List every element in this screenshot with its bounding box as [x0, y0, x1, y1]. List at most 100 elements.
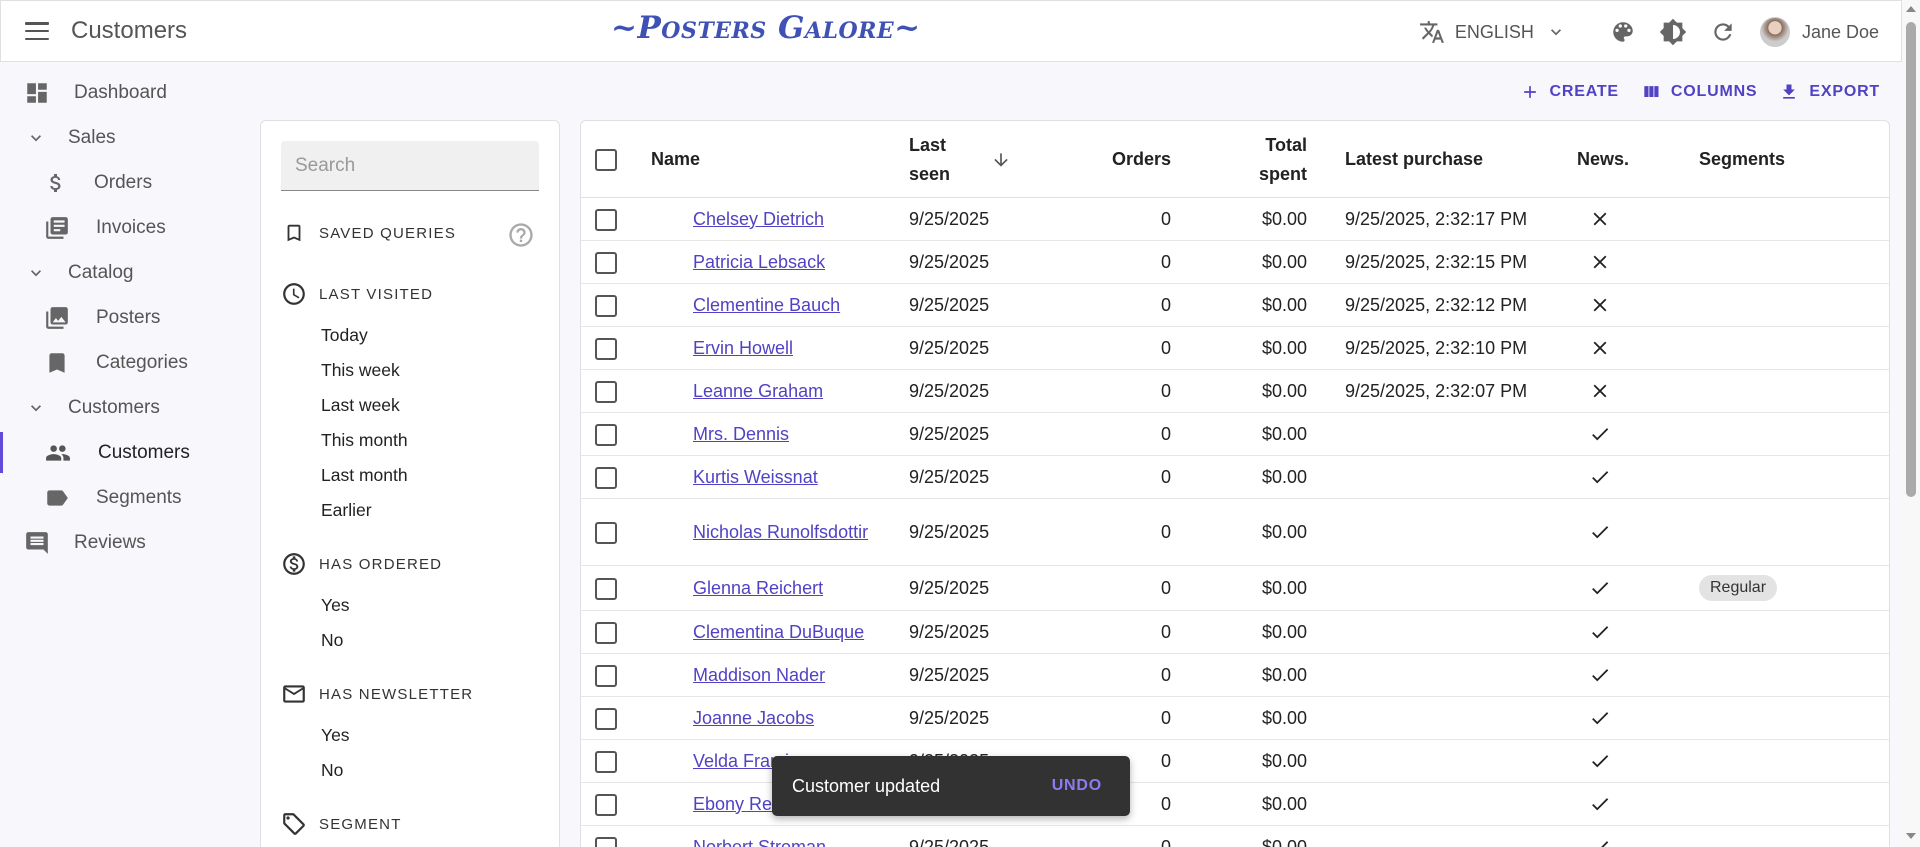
row-checkbox[interactable] [595, 750, 617, 773]
vertical-scrollbar[interactable] [1902, 0, 1920, 847]
row-checkbox[interactable] [595, 208, 617, 231]
customer-link[interactable]: Maddison Nader [693, 663, 825, 688]
customer-link[interactable]: Norbert Stroman [693, 835, 826, 847]
table-row[interactable]: Chelsey Dietrich 9/25/2025 0 $0.00 9/25/2025… [581, 198, 1889, 241]
customer-link[interactable]: Clementina DuBuque [693, 620, 864, 645]
customer-link[interactable]: Mrs. Dennis [693, 422, 789, 447]
sidebar-item-categories[interactable]: Categories [0, 340, 250, 385]
scroll-down-arrow[interactable] [1906, 833, 1916, 839]
sidebar-item-label: Posters [96, 306, 161, 328]
sidebar-group-catalog[interactable]: Catalog [0, 250, 250, 295]
search-input[interactable] [295, 154, 540, 177]
customer-link[interactable]: Patricia Lebsack [693, 250, 825, 275]
row-checkbox[interactable] [595, 664, 617, 687]
table-row[interactable]: Mrs. Dennis 9/25/2025 0 $0.00 [581, 413, 1889, 456]
customer-link[interactable]: Glenna Reichert [693, 576, 823, 601]
cell-total-spent: $0.00 [1261, 208, 1307, 229]
select-all-checkbox[interactable] [595, 149, 617, 171]
row-checkbox[interactable] [595, 380, 617, 403]
table-row[interactable]: Maddison Nader 9/25/2025 0 $0.00 [581, 654, 1889, 697]
check-icon [1589, 413, 1611, 455]
table-row[interactable]: Nicholas Runolfsdottir 9/25/2025 0 $0.00 [581, 499, 1889, 566]
column-header-latest-purchase[interactable]: Latest purchase [1345, 121, 1483, 198]
row-checkbox[interactable] [595, 577, 617, 600]
row-checkbox[interactable] [595, 251, 617, 274]
row-checkbox[interactable] [595, 707, 617, 730]
filter-option-ordered-yes[interactable]: Yes [321, 595, 350, 616]
filter-option-ordered-no[interactable]: No [321, 630, 343, 651]
create-button[interactable]: CREATE [1520, 82, 1619, 102]
scroll-up-arrow[interactable] [1906, 6, 1916, 12]
columns-button[interactable]: COLUMNS [1641, 82, 1757, 102]
sidebar-item-invoices[interactable]: Invoices [0, 205, 250, 250]
table-row[interactable]: Ervin Howell 9/25/2025 0 $0.00 9/25/2025, 2:… [581, 327, 1889, 370]
saved-queries-label: SAVED QUERIES [319, 224, 457, 242]
row-checkbox[interactable] [595, 521, 617, 544]
filter-option-newsletter-yes[interactable]: Yes [321, 725, 350, 746]
menu-icon[interactable] [25, 22, 49, 40]
sidebar-group-sales[interactable]: Sales [0, 115, 250, 160]
sidebar-item-reviews[interactable]: Reviews [0, 520, 250, 565]
filter-option-this-month[interactable]: This month [321, 430, 408, 451]
table-row[interactable]: Leanne Graham 9/25/2025 0 $0.00 9/25/2025, 2… [581, 370, 1889, 413]
sidebar-item-orders[interactable]: Orders [0, 160, 250, 205]
customer-link[interactable]: Joanne Jacobs [693, 706, 814, 731]
sidebar-item-dashboard[interactable]: Dashboard [0, 70, 250, 115]
cell-name: Maddison Nader [693, 654, 893, 696]
export-button[interactable]: EXPORT [1779, 82, 1880, 102]
row-checkbox[interactable] [595, 294, 617, 317]
table-row[interactable]: Kurtis Weissnat 9/25/2025 0 $0.00 [581, 456, 1889, 499]
palette-icon[interactable] [1609, 18, 1637, 46]
customer-link[interactable]: Ervin Howell [693, 336, 793, 361]
row-checkbox[interactable] [595, 836, 617, 847]
column-header-last-seen[interactable]: Last seen [909, 121, 950, 198]
refresh-icon[interactable] [1709, 18, 1737, 46]
table-row[interactable]: Patricia Lebsack 9/25/2025 0 $0.00 9/25/2025… [581, 241, 1889, 284]
table-row[interactable]: Clementina DuBuque 9/25/2025 0 $0.00 [581, 611, 1889, 654]
table-row[interactable]: Joanne Jacobs 9/25/2025 0 $0.00 [581, 697, 1889, 740]
column-label: Name [651, 149, 701, 169]
segment-chip[interactable]: Regular [1699, 575, 1778, 601]
row-checkbox[interactable] [595, 423, 617, 446]
filter-option-today[interactable]: Today [321, 325, 368, 346]
search-field[interactable] [281, 141, 540, 191]
column-header-segments[interactable]: Segments [1699, 121, 1785, 198]
row-checkbox[interactable] [595, 337, 617, 360]
check-icon [1589, 499, 1611, 565]
row-checkbox[interactable] [595, 621, 617, 644]
customer-link[interactable]: Kurtis Weissnat [693, 465, 818, 490]
filter-option-earlier[interactable]: Earlier [321, 500, 372, 521]
customer-link[interactable]: Nicholas Runolfsdottir [693, 520, 868, 545]
customer-link[interactable]: Clementine Bauch [693, 293, 840, 318]
check-icon [1589, 654, 1611, 696]
sidebar-group-customers[interactable]: Customers [0, 385, 250, 430]
customer-link[interactable]: Leanne Graham [693, 379, 823, 404]
column-header-total-spent[interactable]: Total spent [1221, 121, 1307, 198]
undo-button[interactable]: UNDO [1052, 777, 1102, 795]
sort-arrow-down-icon[interactable] [991, 121, 1011, 198]
help-icon[interactable] [507, 221, 535, 254]
sidebar-item-posters[interactable]: Posters [0, 295, 250, 340]
chevron-down-icon [31, 269, 41, 276]
plus-icon [1523, 86, 1536, 98]
theme-toggle-icon[interactable] [1659, 18, 1687, 46]
language-selector[interactable]: ENGLISH [1419, 19, 1576, 45]
filter-option-last-week[interactable]: Last week [321, 395, 400, 416]
filter-option-newsletter-no[interactable]: No [321, 760, 343, 781]
row-checkbox[interactable] [595, 793, 617, 816]
column-header-orders[interactable]: Orders [1091, 121, 1171, 198]
filter-option-this-week[interactable]: This week [321, 360, 400, 381]
sidebar-item-segments[interactable]: Segments [0, 475, 250, 520]
customer-link[interactable]: Chelsey Dietrich [693, 207, 824, 232]
table-row[interactable]: Clementine Bauch 9/25/2025 0 $0.00 9/25/2025… [581, 284, 1889, 327]
row-checkbox[interactable] [595, 466, 617, 489]
filter-option-last-month[interactable]: Last month [321, 465, 408, 486]
user-menu[interactable]: Jane Doe [1759, 17, 1879, 47]
column-header-newsletter[interactable]: News. [1577, 121, 1629, 198]
table-row[interactable]: Glenna Reichert 9/25/2025 0 $0.00 Regular [581, 566, 1889, 611]
scrollbar-thumb[interactable] [1906, 22, 1916, 497]
table-row[interactable]: Norbert Stroman 9/25/2025 0 $0.00 [581, 826, 1889, 847]
column-header-name[interactable]: Name [651, 121, 700, 198]
cell-orders: 0 [1160, 521, 1171, 542]
sidebar-item-customers[interactable]: Customers [0, 430, 250, 475]
